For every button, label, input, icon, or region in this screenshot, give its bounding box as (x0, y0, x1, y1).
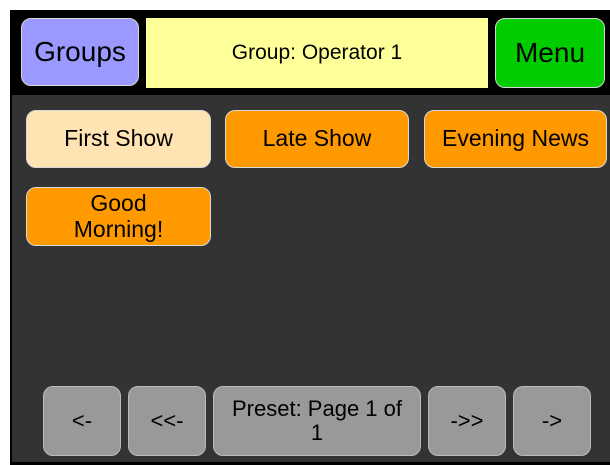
menu-button[interactable]: Menu (495, 18, 605, 88)
first-page-button[interactable]: <<- (128, 386, 206, 456)
preset-evening-news-button[interactable]: Evening News (424, 110, 607, 168)
page-indicator: Preset: Page 1 of 1 (213, 386, 421, 456)
groups-button[interactable]: Groups (21, 18, 139, 86)
next-page-button[interactable]: -> (513, 386, 591, 456)
preset-good-morning-button[interactable]: Good Morning! (26, 187, 211, 246)
preset-first-show-button[interactable]: First Show (26, 110, 211, 168)
group-title: Group: Operator 1 (146, 18, 488, 88)
prev-page-button[interactable]: <- (43, 386, 121, 456)
preset-late-show-button[interactable]: Late Show (225, 110, 409, 168)
last-page-button[interactable]: ->> (428, 386, 506, 456)
